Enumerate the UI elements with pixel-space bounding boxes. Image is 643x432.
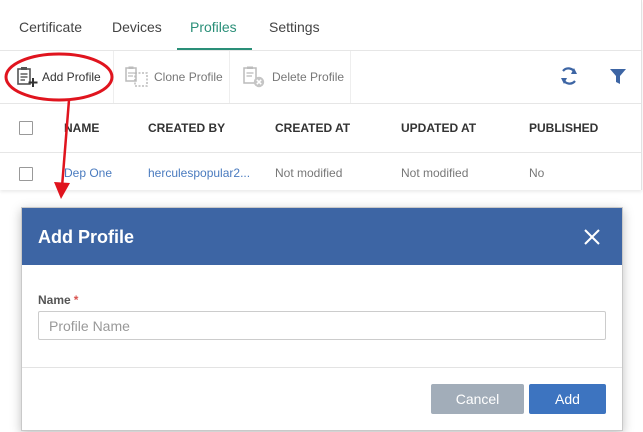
created-at-cell: Not modified bbox=[275, 166, 343, 180]
column-header-name[interactable]: NAME bbox=[64, 104, 99, 152]
name-field-label: Name * bbox=[38, 293, 78, 307]
add-profile-button[interactable]: Add Profile bbox=[16, 51, 101, 103]
delete-profile-icon bbox=[243, 66, 265, 88]
select-all-checkbox[interactable] bbox=[19, 121, 33, 135]
column-header-updated-at[interactable]: UPDATED AT bbox=[401, 104, 476, 152]
profile-name-input[interactable] bbox=[38, 311, 606, 340]
add-profile-label: Add Profile bbox=[42, 70, 101, 84]
toolbar-divider bbox=[229, 51, 230, 103]
profile-name-link[interactable]: Dep One bbox=[64, 153, 112, 193]
add-profile-dialog: Add Profile Name* Cancel Add bbox=[21, 207, 623, 431]
toolbar: Add Profile Clone Profile Delete Profile bbox=[0, 51, 641, 104]
published-cell: No bbox=[529, 166, 545, 180]
close-icon[interactable] bbox=[582, 227, 602, 247]
tab-settings[interactable]: Settings bbox=[269, 0, 320, 50]
row-checkbox[interactable] bbox=[19, 167, 33, 181]
toolbar-divider bbox=[350, 51, 351, 103]
tab-devices[interactable]: Devices bbox=[112, 0, 162, 50]
required-mark: * bbox=[73, 293, 79, 307]
column-header-published[interactable]: PUBLISHED bbox=[529, 104, 598, 152]
name-label-text: Name bbox=[38, 293, 71, 307]
delete-profile-label: Delete Profile bbox=[272, 70, 345, 84]
column-header-created-by[interactable]: CREATED BY bbox=[148, 104, 225, 152]
tab-certificate[interactable]: Certificate bbox=[19, 0, 82, 50]
filter-icon[interactable] bbox=[609, 65, 627, 87]
created-by-link[interactable]: herculespopular2... bbox=[148, 153, 250, 193]
cancel-button[interactable]: Cancel bbox=[431, 384, 524, 414]
table-header: NAME CREATED BY CREATED AT UPDATED AT PU… bbox=[0, 104, 641, 153]
add-profile-icon bbox=[17, 67, 38, 87]
table-row[interactable]: Dep One herculespopular2... Not modified… bbox=[0, 153, 641, 193]
toolbar-divider bbox=[113, 51, 114, 103]
refresh-icon[interactable] bbox=[559, 65, 579, 87]
dialog-title: Add Profile bbox=[38, 227, 135, 247]
dialog-header: Add Profile bbox=[22, 208, 622, 265]
dialog-body: Name * bbox=[22, 265, 622, 368]
delete-profile-button[interactable]: Delete Profile bbox=[242, 51, 344, 103]
profiles-panel: Certificate Devices Profiles Settings Ad… bbox=[0, 0, 642, 190]
column-header-created-at[interactable]: CREATED AT bbox=[275, 104, 350, 152]
clone-profile-label: Clone Profile bbox=[154, 70, 223, 84]
clone-profile-button[interactable]: Clone Profile bbox=[124, 51, 223, 103]
tab-profiles[interactable]: Profiles bbox=[177, 0, 252, 50]
tab-bar: Certificate Devices Profiles Settings bbox=[0, 0, 641, 51]
add-button[interactable]: Add bbox=[529, 384, 606, 414]
updated-at-cell: Not modified bbox=[401, 166, 469, 180]
clone-profile-icon bbox=[125, 66, 148, 87]
